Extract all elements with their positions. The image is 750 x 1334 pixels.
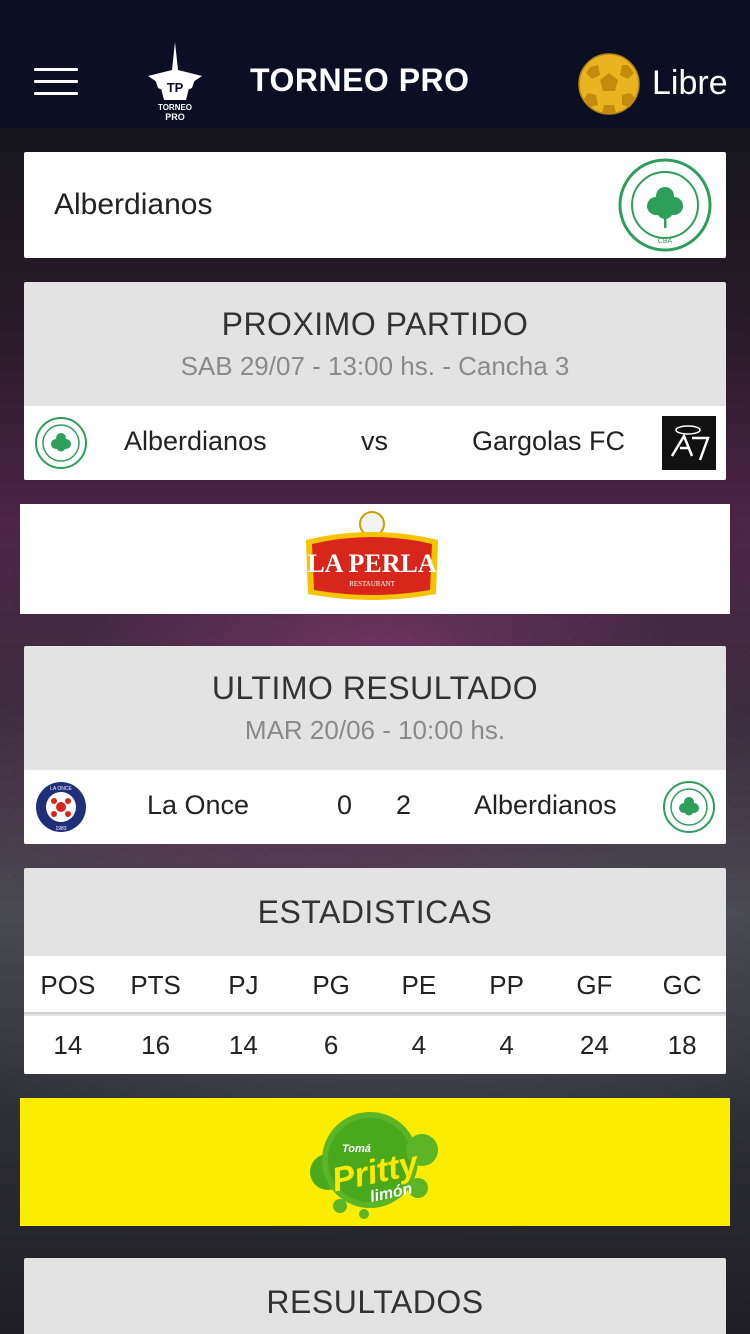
pritty-logo: Tomá Pritty limón <box>310 1112 438 1219</box>
stats-value-pj: 14 <box>228 1030 258 1060</box>
stats-header-gf: GF <box>576 970 613 1000</box>
app-header: TP TORNEO PRO TORNEO PRO Libre <box>0 0 750 128</box>
stats-value-pos: 14 <box>53 1030 83 1060</box>
last-result-home-team: La Once <box>147 790 250 820</box>
next-match-away-team: Gargolas FC <box>472 426 626 456</box>
stats-header-pg: PG <box>312 970 350 1000</box>
stats-value-gf: 24 <box>579 1030 609 1060</box>
svg-text:RESTAURANT: RESTAURANT <box>349 580 395 588</box>
stats-value-gc: 18 <box>667 1030 697 1060</box>
svg-text:TP: TP <box>167 80 184 95</box>
stats-header-pj: PJ <box>228 970 259 1000</box>
results-card[interactable]: RESULTADOS <box>24 1258 726 1334</box>
last-result-title: ULTIMO RESULTADO <box>211 670 539 706</box>
last-result-datetime: MAR 20/06 - 10:00 hs. <box>244 715 506 745</box>
soccer-ball-icon[interactable] <box>578 53 640 115</box>
alberdianos-crest-icon <box>663 781 715 833</box>
stats-header-pts: PTS <box>130 970 181 1000</box>
gargolas-crest-icon <box>662 416 716 470</box>
last-result-row: LA ONCE 1983 La Once 0 2 Alberdianos <box>24 770 726 844</box>
stats-values-row: 14 16 14 6 4 4 24 18 <box>24 1016 726 1074</box>
pritty-ad-banner[interactable]: Tomá Pritty limón <box>20 1098 730 1226</box>
results-title: RESULTADOS <box>266 1284 484 1320</box>
svg-text:1983: 1983 <box>55 826 66 832</box>
mode-label[interactable]: Libre <box>652 64 728 103</box>
la-perla-ad-banner[interactable]: LA PERLA RESTAURANT <box>20 504 730 614</box>
alberdianos-crest-icon <box>35 417 87 469</box>
next-match-home-team: Alberdianos <box>124 426 267 456</box>
stats-value-pe: 4 <box>411 1030 427 1060</box>
stats-title: ESTADISTICAS <box>257 894 493 930</box>
last-result-home-score: 0 <box>337 790 353 820</box>
team-name: Alberdianos <box>54 188 213 221</box>
svg-text:CBA: CBA <box>658 238 673 245</box>
last-result-card[interactable]: ULTIMO RESULTADO MAR 20/06 - 10:00 hs. L… <box>24 646 726 844</box>
svg-text:TORNEO: TORNEO <box>158 103 192 112</box>
la-perla-logo: LA PERLA RESTAURANT <box>306 511 438 600</box>
last-result-away-score: 2 <box>396 790 412 820</box>
stats-header-pos: POS <box>40 970 96 1000</box>
stats-header-gc: GC <box>662 970 702 1000</box>
last-result-away-team: Alberdianos <box>474 790 617 820</box>
next-match-row: Alberdianos vs Gargolas FC <box>24 406 726 480</box>
stats-value-pg: 6 <box>323 1030 339 1060</box>
stats-header-row: POS PTS PJ PG PE PP GF GC <box>24 956 726 1014</box>
svg-text:LA PERLA: LA PERLA <box>307 549 437 578</box>
svg-text:LA ONCE: LA ONCE <box>50 786 72 792</box>
svg-text:Tomá: Tomá <box>342 1143 371 1155</box>
app-title: TORNEO PRO <box>250 62 470 98</box>
la-once-crest-icon: LA ONCE 1983 <box>36 782 86 832</box>
next-match-title: PROXIMO PARTIDO <box>221 306 529 342</box>
hamburger-menu-icon[interactable] <box>34 68 78 98</box>
stats-value-pts: 16 <box>141 1030 171 1060</box>
team-card[interactable]: Alberdianos CBA <box>24 152 726 258</box>
next-match-vs: vs <box>361 426 388 456</box>
svg-text:PRO: PRO <box>165 112 185 122</box>
next-match-card[interactable]: PROXIMO PARTIDO SAB 29/07 - 13:00 hs. - … <box>24 282 726 480</box>
stats-header-pp: PP <box>489 970 524 1000</box>
alberdianos-crest-icon: CBA <box>618 158 712 252</box>
stats-header-pe: PE <box>401 970 437 1000</box>
stats-card[interactable]: ESTADISTICAS POS PTS PJ PG PE PP GF GC 1… <box>24 868 726 1074</box>
stats-value-pp: 4 <box>499 1030 514 1060</box>
next-match-datetime: SAB 29/07 - 13:00 hs. - Cancha 3 <box>180 351 570 381</box>
torneo-pro-logo: TP TORNEO PRO <box>148 42 202 122</box>
